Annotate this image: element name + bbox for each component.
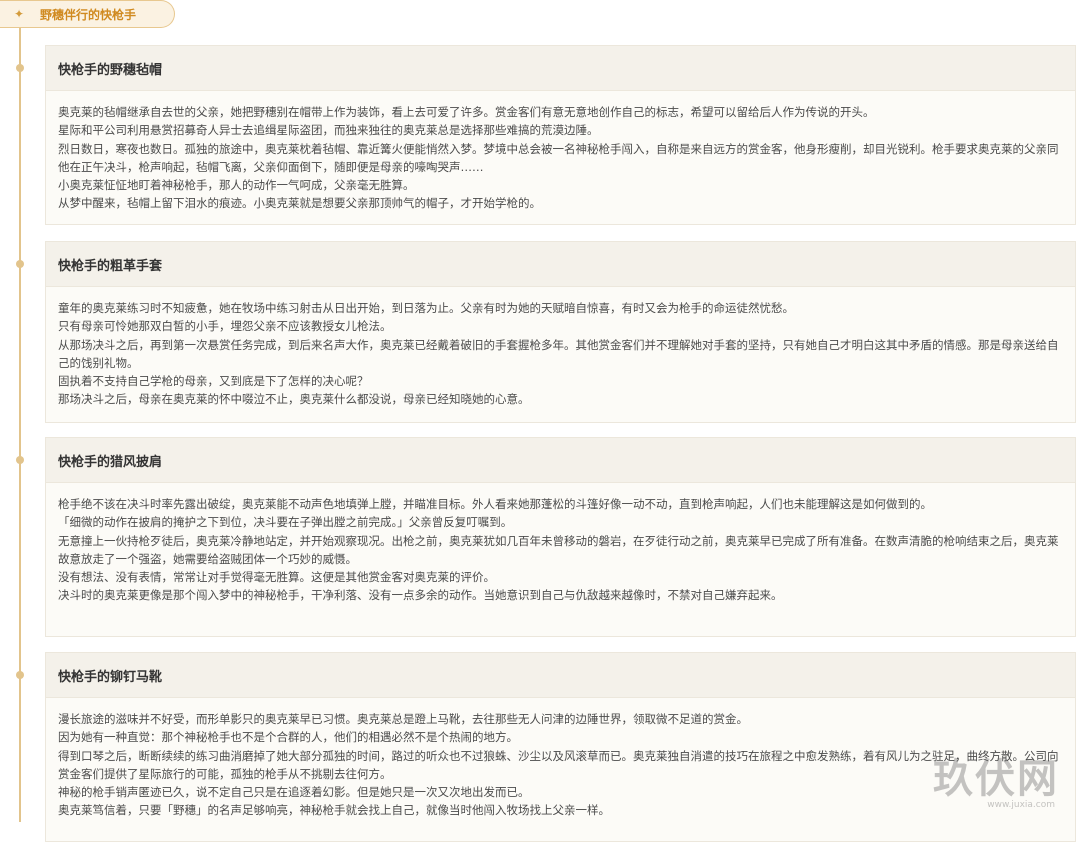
relic-card-header: 快枪手的铆钉马靴 bbox=[46, 653, 1075, 698]
relic-card: 快枪手的铆钉马靴 漫长旅途的滋味并不好受，而形单影只的奥克莱早已习惯。奥克莱总是… bbox=[45, 652, 1076, 842]
relic-story: 漫长旅途的滋味并不好受，而形单影只的奥克莱早已习惯。奥克莱总是蹬上马靴，去往那些… bbox=[46, 698, 1075, 826]
story-paragraph: 「细微的动作在披肩的掩护之下到位，决斗要在子弹出膛之前完成。」父亲曾反复叮嘱到。 bbox=[58, 515, 513, 530]
story-paragraph: 漫长旅途的滋味并不好受，而形单影只的奥克莱早已习惯。奥克莱总是蹬上马靴，去往那些… bbox=[58, 712, 748, 726]
story-paragraph: 奥克莱笃信着，只要「野穗」的名声足够响亮，神秘枪手就会找上自己，就像当时他闯入牧… bbox=[58, 803, 610, 818]
relic-story: 童年的奥克莱练习时不知疲惫，她在牧场中练习射击从日出开始，到日落为止。父亲有时为… bbox=[46, 287, 1075, 415]
story-paragraph: 童年的奥克莱练习时不知疲惫，她在牧场中练习射击从日出开始，到日落为止。父亲有时为… bbox=[58, 301, 794, 315]
timeline-line bbox=[19, 28, 21, 822]
story-paragraph: 无意撞上一伙持枪歹徒后，奥克莱冷静地站定，并开始观察现况。出枪之前，奥克莱犹如几… bbox=[58, 533, 1059, 566]
site-watermark-url: www.juxia.com bbox=[987, 800, 1055, 810]
relic-title: 快枪手的猎风披肩 bbox=[58, 454, 163, 470]
set-name-label: 野穗伴行的快枪手 bbox=[40, 7, 137, 22]
story-paragraph: 只有母亲可怜她那双白皙的小手，埋怨父亲不应该教授女儿枪法。 bbox=[58, 319, 392, 334]
story-paragraph: 从梦中醒来，毡帽上留下泪水的痕迹。小奥克莱就是想要父亲那顶帅气的帽子，才开始学枪… bbox=[58, 196, 541, 211]
relic-title: 快枪手的粗革手套 bbox=[58, 258, 163, 274]
relic-title: 快枪手的铆钉马靴 bbox=[58, 669, 163, 685]
story-paragraph: 小奥克莱怔怔地盯着神秘枪手，那人的动作一气呵成，父亲毫无胜算。 bbox=[58, 178, 415, 193]
story-paragraph: 枪手绝不该在决斗时率先露出破绽，奥克莱能不动声色地填弹上膛，并瞄准目标。外人看来… bbox=[58, 497, 932, 511]
relic-story: 奥克莱的毡帽继承自去世的父亲，她把野穗别在帽带上作为装饰，看上去可爱了许多。赏金… bbox=[46, 91, 1075, 219]
story-paragraph: 没有想法、没有表情，常常让对手觉得毫无胜算。这便是其他赏金客对奥克莱的评价。 bbox=[58, 570, 495, 585]
relic-card-header: 快枪手的猎风披肩 bbox=[46, 438, 1075, 483]
story-paragraph: 星际和平公司利用悬赏招募奇人异士去追缉星际盗团，而独来独往的奥克莱总是选择那些难… bbox=[58, 123, 599, 138]
story-paragraph: 决斗时的奥克莱更像是那个闯入梦中的神秘枪手，干净利落、没有一点多余的动作。当她意… bbox=[58, 588, 783, 603]
relic-card: 快枪手的野穗毡帽 奥克莱的毡帽继承自去世的父亲，她把野穗别在帽带上作为装饰，看上… bbox=[45, 45, 1076, 225]
set-name-tab[interactable]: ✦ 野穗伴行的快枪手 bbox=[0, 0, 175, 28]
story-paragraph: 从那场决斗之后，再到第一次悬赏任务完成，到后来名声大作，奥克莱已经戴着破旧的手套… bbox=[58, 337, 1059, 370]
relic-title: 快枪手的野穗毡帽 bbox=[58, 62, 163, 78]
relic-story: 枪手绝不该在决斗时率先露出破绽，奥克莱能不动声色地填弹上膛，并瞄准目标。外人看来… bbox=[46, 483, 1075, 611]
star-icon: ✦ bbox=[13, 7, 25, 21]
relic-card: 快枪手的猎风披肩 枪手绝不该在决斗时率先露出破绽，奥克莱能不动声色地填弹上膛，并… bbox=[45, 437, 1076, 637]
relic-card-header: 快枪手的野穗毡帽 bbox=[46, 46, 1075, 91]
timeline-dot bbox=[16, 64, 24, 72]
timeline-dot bbox=[16, 260, 24, 268]
story-paragraph: 那场决斗之后，母亲在奥克莱的怀中啜泣不止，奥克莱什么都没说，母亲已经知晓她的心意… bbox=[58, 392, 530, 407]
relic-card: 快枪手的粗革手套 童年的奥克莱练习时不知疲惫，她在牧场中练习射击从日出开始，到日… bbox=[45, 241, 1076, 423]
story-paragraph: 烈日数日，寒夜也数日。孤独的旅途中，奥克莱枕着毡帽、靠近篝火便能悄然入梦。梦境中… bbox=[58, 141, 1059, 174]
timeline-dot bbox=[16, 671, 24, 679]
story-paragraph: 因为她有一种直觉：那个神秘枪手也不是个合群的人，他们的相遇必然不是个热闹的地方。 bbox=[58, 730, 518, 745]
story-paragraph: 神秘的枪手销声匿迹已久，说不定自己只是在追逐着幻影。但是她只是一次又次地出发而已… bbox=[58, 785, 530, 800]
site-watermark: 玖伏网 bbox=[933, 755, 1059, 802]
timeline-dot bbox=[16, 456, 24, 464]
relic-card-header: 快枪手的粗革手套 bbox=[46, 242, 1075, 287]
story-paragraph: 得到口琴之后，断断续续的练习曲消磨掉了她大部分孤独的时间，路过的听众也不过狼蛛、… bbox=[58, 748, 1059, 781]
story-paragraph: 固执着不支持自己学枪的母亲，又到底是下了怎样的决心呢？ bbox=[58, 374, 369, 389]
story-paragraph: 奥克莱的毡帽继承自去世的父亲，她把野穗别在帽带上作为装饰，看上去可爱了许多。赏金… bbox=[58, 105, 875, 119]
